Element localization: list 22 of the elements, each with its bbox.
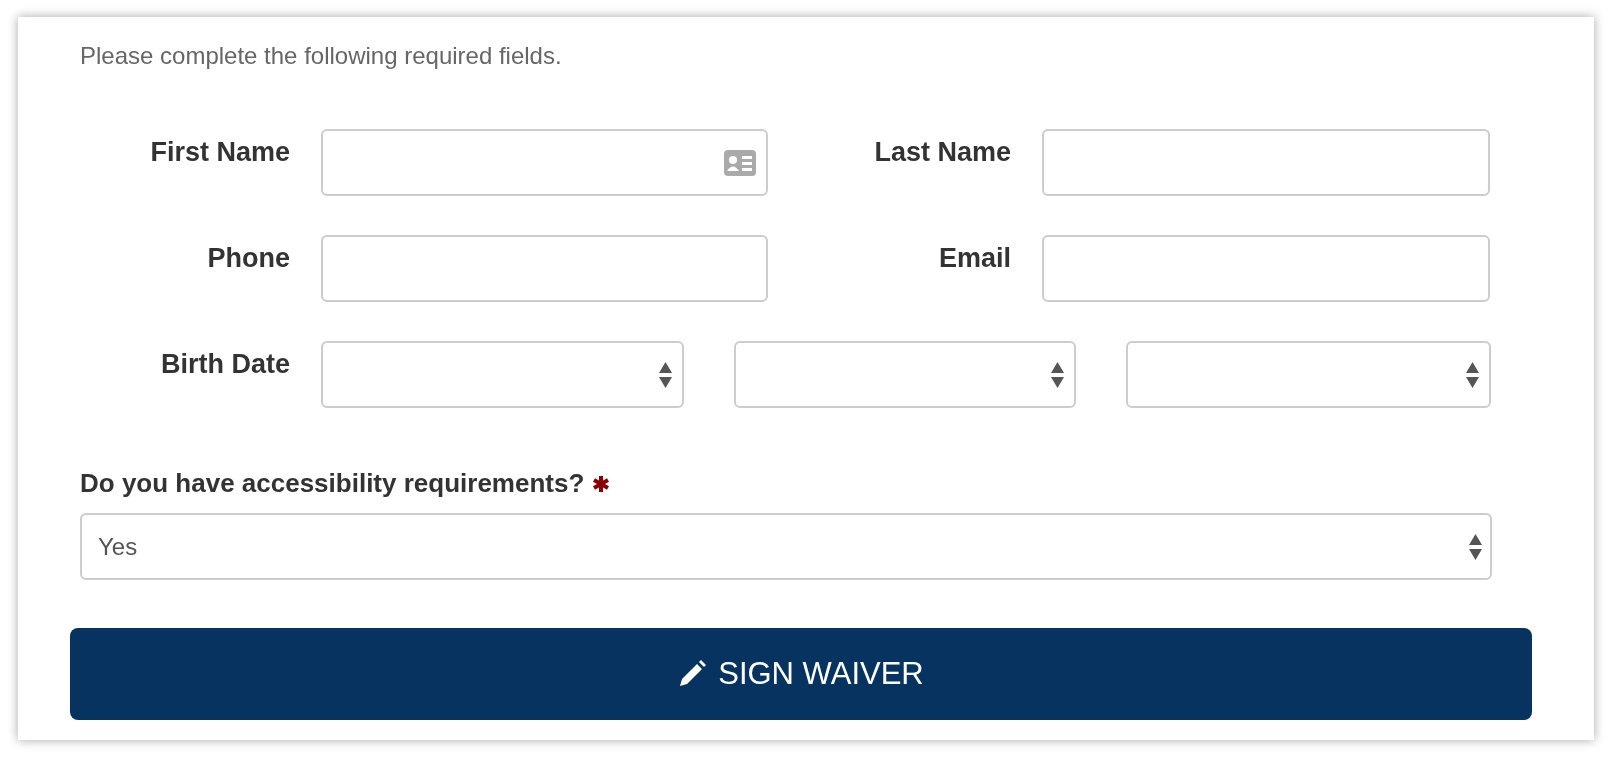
dropdown-select[interactable] xyxy=(734,341,1076,408)
contact-card-icon xyxy=(724,149,756,176)
field-label: First Name xyxy=(149,136,291,169)
pencil-icon xyxy=(678,660,707,688)
select-arrows-icon xyxy=(1466,361,1479,388)
question-label: Do you have accessibility requirements? xyxy=(80,468,585,499)
select-arrows-icon xyxy=(1051,361,1064,388)
select-arrows-icon xyxy=(1469,533,1482,560)
dropdown-select[interactable] xyxy=(1126,341,1491,408)
sign-waiver-button[interactable]: SIGN WAIVER xyxy=(70,628,1532,720)
input-field[interactable] xyxy=(321,235,768,302)
dropdown-select[interactable] xyxy=(321,341,684,408)
dropdown-select[interactable]: Yes xyxy=(80,513,1492,580)
field-label: Phone xyxy=(206,242,291,275)
instructions-text: Please complete the following required fields. xyxy=(80,42,563,71)
input-field[interactable] xyxy=(1042,235,1490,302)
select-arrows-icon xyxy=(659,361,672,388)
field-label: Email xyxy=(937,242,1012,275)
field-label: Birth Date xyxy=(160,348,291,381)
input-field[interactable] xyxy=(1042,129,1490,196)
input-field[interactable] xyxy=(321,129,768,196)
field-label: Last Name xyxy=(873,136,1012,169)
